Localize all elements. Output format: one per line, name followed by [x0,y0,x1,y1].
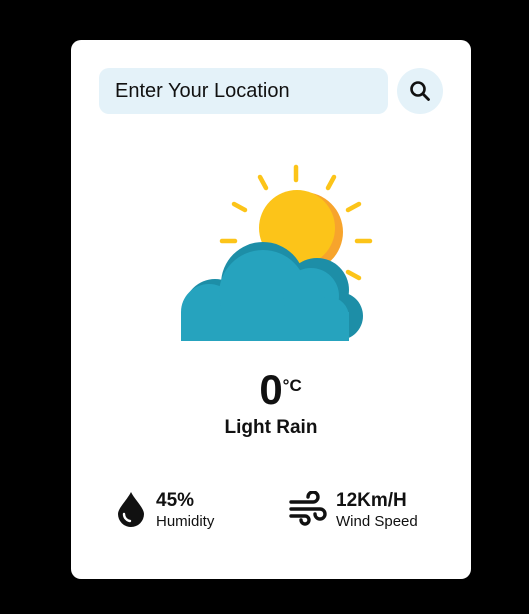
humidity-text: 45% Humidity [156,489,214,531]
wind-text: 12Km/H Wind Speed [336,489,418,531]
location-search-input[interactable] [99,68,388,114]
partly-cloudy-icon [181,164,373,341]
wind-icon [289,491,327,526]
temperature-number: 0 [259,366,283,413]
temperature-value: 0 °C [259,366,301,413]
wind-label: Wind Speed [336,513,418,530]
weather-condition: Light Rain [224,417,318,438]
temperature-unit: °C [282,376,302,395]
water-drop-icon [118,492,144,527]
wind-value: 12Km/H [336,490,407,511]
search-button[interactable] [397,68,443,114]
search-icon [410,81,430,101]
humidity-label: Humidity [156,513,215,530]
search-bar [99,68,443,114]
temperature: 0 °C [71,366,471,414]
weather-card: 0°C Light Rain 45% Humidity 12Km/H Wind … [71,40,471,579]
humidity-value: 45% [156,490,195,511]
